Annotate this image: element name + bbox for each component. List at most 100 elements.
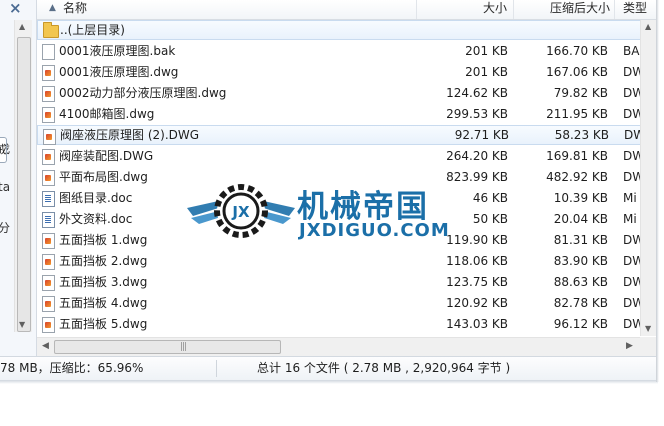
watermark: JX 机械帝国 JXDIGUO.COM (185, 178, 485, 248)
column-size[interactable]: 大小 (417, 0, 514, 19)
file-name: ..(上层目录) (60, 23, 125, 37)
scroll-up-arrow-icon[interactable]: ▲ (645, 22, 651, 31)
file-name: 五面挡板 5.dwg (59, 317, 148, 331)
file-compressed-size: 169.81 KB (546, 149, 608, 163)
archive-window: × 找 戒 ta 分 ▲ ▼ ▲ 名称 大小 压缩后大小 类型 ..(上层目录) (0, 0, 656, 380)
column-header: ▲ 名称 大小 压缩后大小 类型 (37, 0, 656, 20)
left-pane-button[interactable]: 戒 (0, 137, 7, 163)
file-row[interactable]: 五面挡板 5.dwg 143.03 KB 96.12 KB DW (37, 314, 656, 334)
file-name: 五面挡板 1.dwg (59, 233, 148, 247)
horizontal-scroll-thumb[interactable]: ||| (54, 340, 281, 354)
file-name: 图纸目录.doc (59, 191, 133, 205)
file-size: 264.20 KB (446, 149, 508, 163)
window-shadow-right (656, 0, 659, 382)
file-compressed-size: 79.82 KB (553, 86, 608, 100)
scroll-down-arrow-icon[interactable]: ▼ (19, 320, 25, 329)
file-compressed-size: 88.63 KB (553, 275, 608, 289)
column-type[interactable]: 类型 (615, 0, 656, 19)
file-list-horizontal-scrollbar[interactable]: ◀ ||| ▶ (37, 337, 640, 356)
file-compressed-size: 83.90 KB (553, 254, 608, 268)
close-icon[interactable]: × (9, 0, 22, 17)
file-row[interactable]: 五面挡板 3.dwg 123.75 KB 88.63 KB DW (37, 272, 656, 292)
file-list-vertical-scrollbar[interactable]: ▲ ▼ (640, 20, 656, 336)
file-size: 201 KB (465, 44, 508, 58)
file-row-hover[interactable]: 阀座液压原理图 (2).DWG 92.71 KB 58.23 KB DW (37, 125, 656, 145)
column-compressed-label: 压缩后大小 (549, 1, 610, 15)
file-name: 0002动力部分液压原理图.dwg (59, 86, 227, 100)
dwg-file-icon (42, 296, 55, 312)
file-type: Mi (623, 191, 637, 205)
file-row[interactable]: 0001液压原理图.dwg 201 KB 167.06 KB DW (37, 62, 656, 82)
file-type: Mi (623, 212, 637, 226)
status-divider (216, 360, 217, 377)
file-compressed-size: 167.06 KB (546, 65, 608, 79)
file-row[interactable]: 4100邮箱图.dwg 299.53 KB 211.95 KB DW (37, 104, 656, 124)
file-compressed-size: 96.12 KB (553, 317, 608, 331)
blank-file-icon (42, 44, 55, 60)
file-row[interactable]: 阀座装配图.DWG 264.20 KB 169.81 KB DW (37, 146, 656, 166)
dwg-file-icon (42, 170, 55, 186)
status-total-files: 总计 16 个文件 ( 2.78 MB , 2,920,964 字节 ) (257, 361, 511, 375)
scroll-left-arrow-icon[interactable]: ◀ (42, 341, 49, 351)
file-name: 五面挡板 2.dwg (59, 254, 148, 268)
left-snippet-2: ta (0, 180, 11, 194)
file-size: 123.75 KB (446, 275, 508, 289)
file-compressed-size: 81.31 KB (553, 233, 608, 247)
dwg-file-icon (42, 317, 55, 333)
column-name-label: 名称 (63, 1, 88, 15)
column-name[interactable]: ▲ 名称 (37, 0, 417, 19)
file-compressed-size: 166.70 KB (546, 44, 608, 58)
file-row[interactable]: 0001液压原理图.bak 201 KB 166.70 KB BAK (37, 41, 656, 61)
dwg-file-icon (42, 149, 55, 165)
doc-file-icon (42, 191, 55, 207)
file-name: 0001液压原理图.bak (59, 44, 176, 58)
dwg-file-icon (42, 65, 55, 81)
status-bar: 78 MB，压缩比：65.96% 总计 16 个文件 ( 2.78 MB , 2… (0, 356, 656, 380)
scroll-down-arrow-icon[interactable]: ▼ (645, 324, 651, 333)
logo-emblem-text: JX (231, 203, 250, 221)
left-pane-scrollbar[interactable]: ▲ ▼ (14, 20, 32, 332)
file-name: 阀座液压原理图 (2).DWG (60, 128, 200, 142)
file-row-parent-dir[interactable]: ..(上层目录) (37, 20, 656, 40)
file-name: 外文资料.doc (59, 212, 133, 226)
scroll-up-arrow-icon[interactable]: ▲ (19, 22, 25, 31)
watermark-domain: JXDIGUO.COM (299, 220, 450, 241)
grip-icon: ||| (180, 342, 187, 352)
file-row[interactable]: 五面挡板 2.dwg 118.06 KB 83.90 KB DW (37, 251, 656, 271)
file-name: 0001液压原理图.dwg (59, 65, 179, 79)
file-compressed-size: 58.23 KB (554, 128, 609, 142)
dwg-file-icon (42, 254, 55, 270)
dwg-file-icon (42, 233, 55, 249)
file-size: 143.03 KB (446, 317, 508, 331)
left-pane: × 找 戒 ta 分 ▲ ▼ (0, 0, 37, 356)
dwg-file-icon (42, 86, 55, 102)
file-size: 201 KB (465, 65, 508, 79)
file-compressed-size: 482.92 KB (546, 170, 608, 184)
file-name: 五面挡板 4.dwg (59, 296, 148, 310)
scrollbar-corner (640, 337, 656, 356)
doc-file-icon (42, 212, 55, 228)
file-size: 118.06 KB (446, 254, 508, 268)
window-shadow-bottom (0, 380, 658, 384)
sort-ascending-icon: ▲ (49, 3, 56, 13)
file-compressed-size: 10.39 KB (553, 191, 608, 205)
file-size: 299.53 KB (446, 107, 508, 121)
file-row[interactable]: 0002动力部分液压原理图.dwg 124.62 KB 79.82 KB DW (37, 83, 656, 103)
column-compressed[interactable]: 压缩后大小 (514, 0, 615, 19)
file-name: 五面挡板 3.dwg (59, 275, 148, 289)
file-size: 92.71 KB (454, 128, 509, 142)
dwg-file-icon (42, 275, 55, 291)
file-compressed-size: 82.78 KB (553, 296, 608, 310)
status-compression-ratio: 78 MB，压缩比：65.96% (0, 361, 144, 375)
file-size: 120.92 KB (446, 296, 508, 310)
left-snippet-3: 分 (0, 219, 10, 236)
left-pane-scroll-thumb[interactable] (17, 37, 31, 332)
folder-icon (43, 22, 59, 38)
file-name: 4100邮箱图.dwg (59, 107, 155, 121)
file-compressed-size: 20.04 KB (553, 212, 608, 226)
file-size: 124.62 KB (446, 86, 508, 100)
file-row[interactable]: 五面挡板 4.dwg 120.92 KB 82.78 KB DW (37, 293, 656, 313)
scroll-right-arrow-icon[interactable]: ▶ (626, 341, 633, 351)
dwg-file-icon (42, 107, 55, 123)
file-name: 平面布局图.dwg (59, 170, 148, 184)
